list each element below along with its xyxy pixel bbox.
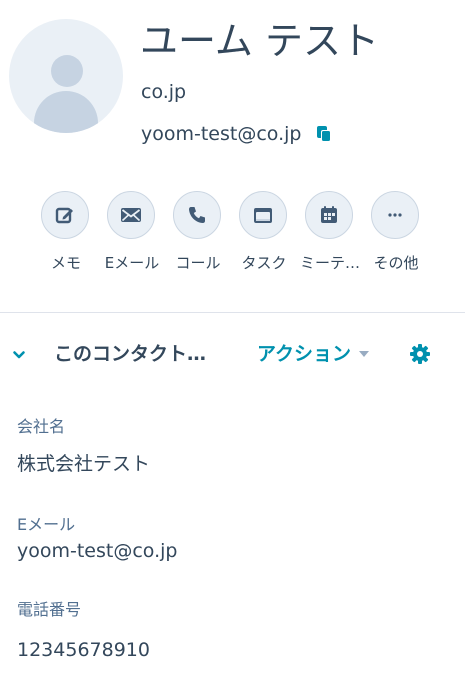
note-action-label: メモ [50, 254, 81, 272]
more-action-label: その他 [373, 254, 419, 272]
actions-dropdown[interactable]: アクション [257, 340, 370, 368]
contact-domain[interactable]: co.jp [141, 78, 186, 106]
email-property-value[interactable]: yoom-test@co.jp [17, 537, 177, 565]
task-action-label: タスク [241, 254, 287, 272]
company-name-value[interactable]: 株式会社テスト [17, 450, 150, 478]
task-icon[interactable] [239, 191, 287, 239]
caret-down-icon [359, 351, 370, 357]
actions-dropdown-label: アクション [257, 343, 352, 365]
copy-icon[interactable] [315, 125, 333, 143]
contact-name[interactable]: ユーム テスト [140, 14, 379, 68]
divider [0, 312, 465, 313]
envelope-icon[interactable] [107, 191, 155, 239]
avatar-body [34, 91, 98, 133]
note-action[interactable]: メモ [34, 191, 98, 281]
contact-email[interactable]: yoom-test@co.jp [141, 120, 301, 148]
about-section-header: このコンタクト… アクション [0, 330, 465, 378]
gear-icon[interactable] [409, 343, 431, 365]
email-property-label: Eメール [17, 515, 76, 534]
email-action[interactable]: Eメール [100, 191, 164, 281]
note-edit-icon[interactable] [41, 191, 89, 239]
email-action-label: Eメール [104, 254, 160, 272]
task-action[interactable]: タスク [232, 191, 296, 281]
meeting-action-label: ミーテ… [299, 254, 360, 272]
avatar-head [51, 55, 83, 87]
more-icon[interactable] [371, 191, 419, 239]
meeting-action[interactable]: ミーテ… [298, 191, 362, 281]
phone-number-label: 電話番号 [17, 600, 82, 619]
phone-number-value[interactable]: 12345678910 [17, 636, 150, 664]
call-action-label: コール [175, 254, 221, 272]
avatar[interactable] [9, 19, 123, 133]
call-action[interactable]: コール [166, 191, 230, 281]
chevron-down-icon[interactable] [12, 347, 26, 361]
phone-icon[interactable] [173, 191, 221, 239]
more-action[interactable]: その他 [364, 191, 428, 281]
activity-actions: メモ Eメール コール タスク ミーテ… その他 [40, 191, 420, 281]
company-name-label: 会社名 [17, 417, 66, 436]
calendar-icon[interactable] [305, 191, 353, 239]
contact-email-row: yoom-test@co.jp [141, 120, 333, 148]
section-title[interactable]: このコンタクト… [54, 340, 206, 368]
